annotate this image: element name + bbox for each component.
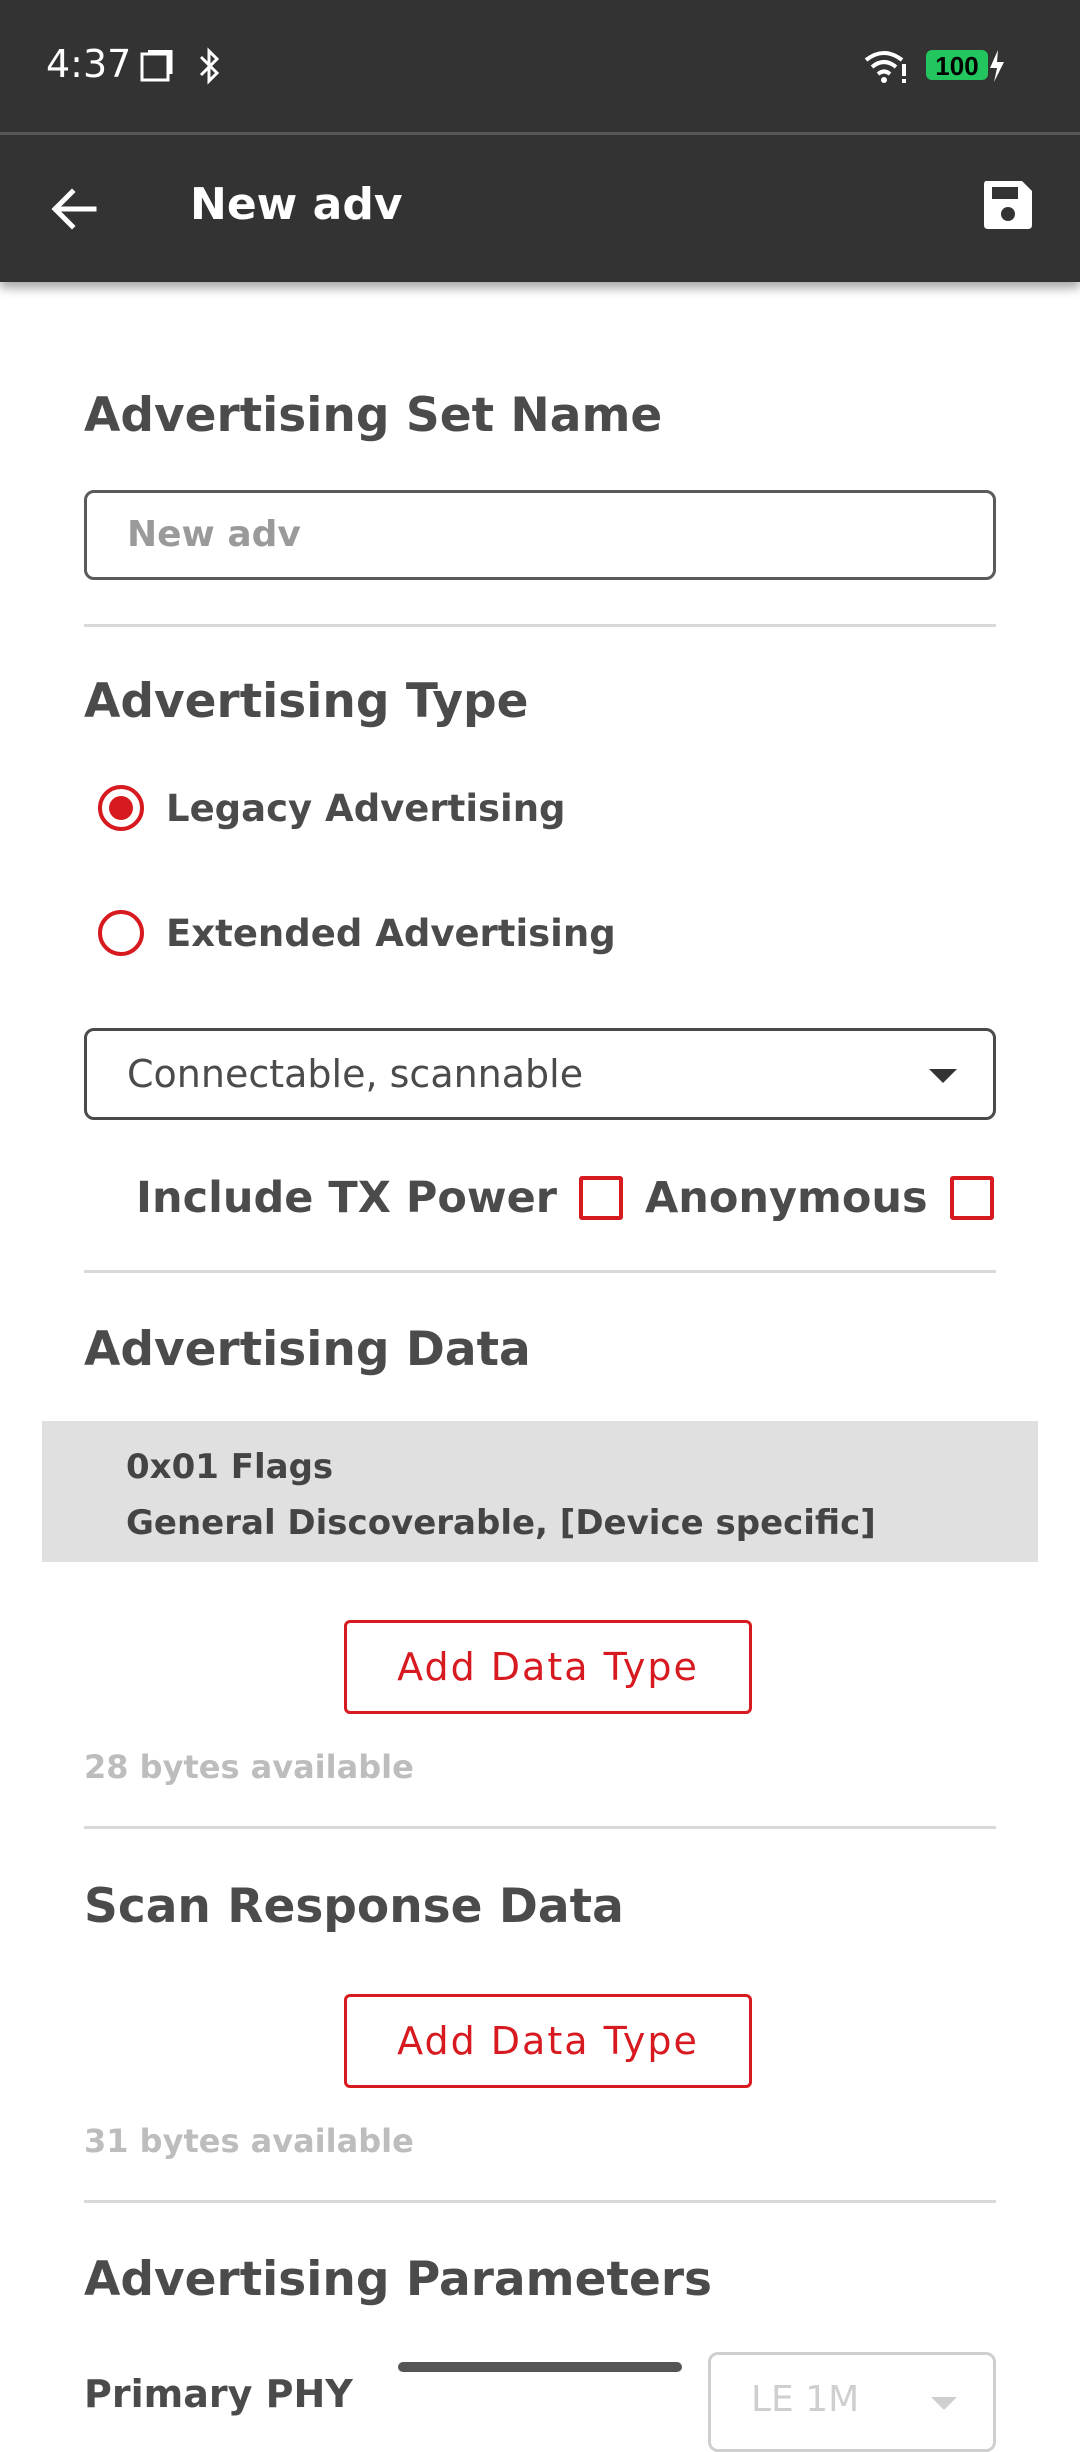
- data-type-value: General Discoverable, [Device specific]: [126, 1503, 876, 1543]
- scan-response-bytes-available: 31 bytes available: [84, 2122, 414, 2160]
- data-type-name: 0x01 Flags: [126, 1447, 334, 1487]
- back-button[interactable]: [44, 179, 104, 239]
- add-advertising-data-type-button[interactable]: Add Data Type: [344, 1620, 752, 1714]
- advertising-type-title: Advertising Type: [84, 674, 529, 729]
- save-icon: [984, 181, 1032, 229]
- include-tx-power-checkbox[interactable]: [578, 1176, 623, 1220]
- primary-phy-dropdown[interactable]: LE 1M: [708, 2352, 996, 2452]
- scan-response-data-title: Scan Response Data: [84, 1879, 624, 1934]
- advertising-options-row: Include TX Power Anonymous: [136, 1168, 1016, 1228]
- anonymous-checkbox[interactable]: [949, 1176, 994, 1220]
- battery-charging-icon: 100: [924, 48, 1006, 89]
- dropdown-arrow-icon: [931, 2397, 957, 2410]
- arrow-back-icon: [51, 188, 97, 230]
- status-time: 4:37: [46, 42, 132, 86]
- radio-unselected-icon: [98, 910, 144, 956]
- advertising-set-name-title: Advertising Set Name: [84, 388, 663, 443]
- svg-text:100: 100: [935, 51, 978, 81]
- legacy-advertising-radio[interactable]: Legacy Advertising: [98, 778, 566, 838]
- advertising-mode-dropdown[interactable]: Connectable, scannable: [84, 1028, 996, 1120]
- divider: [84, 2200, 996, 2203]
- page-title: New adv: [190, 179, 403, 230]
- wifi-icon: [862, 48, 908, 89]
- divider: [84, 624, 996, 627]
- dropdown-arrow-icon: [929, 1069, 957, 1083]
- radio-selected-icon: [98, 785, 144, 831]
- radio-label: Legacy Advertising: [166, 786, 566, 830]
- primary-phy-label: Primary PHY: [84, 2372, 353, 2416]
- anonymous-label: Anonymous: [644, 1173, 928, 1223]
- add-scan-response-data-type-button[interactable]: Add Data Type: [344, 1994, 752, 2088]
- status-bar: 4:37 100: [0, 0, 1080, 132]
- include-tx-power-label: Include TX Power: [136, 1173, 557, 1223]
- bluetooth-icon: [198, 46, 222, 91]
- divider: [84, 1270, 996, 1273]
- app-bar: New adv: [0, 135, 1080, 282]
- advertising-data-item[interactable]: 0x01 Flags General Discoverable, [Device…: [42, 1421, 1038, 1562]
- radio-label: Extended Advertising: [166, 911, 616, 955]
- advertising-set-name-input[interactable]: New adv: [84, 490, 996, 580]
- save-button[interactable]: [980, 177, 1040, 237]
- dropdown-value: Connectable, scannable: [127, 1052, 584, 1096]
- divider: [84, 1826, 996, 1829]
- advertising-data-title: Advertising Data: [84, 1322, 531, 1377]
- home-indicator[interactable]: [398, 2362, 682, 2372]
- advertising-parameters-title: Advertising Parameters: [84, 2252, 712, 2307]
- screenshot-icon: [138, 49, 174, 89]
- extended-advertising-radio[interactable]: Extended Advertising: [98, 903, 616, 963]
- advertising-data-bytes-available: 28 bytes available: [84, 1748, 414, 1786]
